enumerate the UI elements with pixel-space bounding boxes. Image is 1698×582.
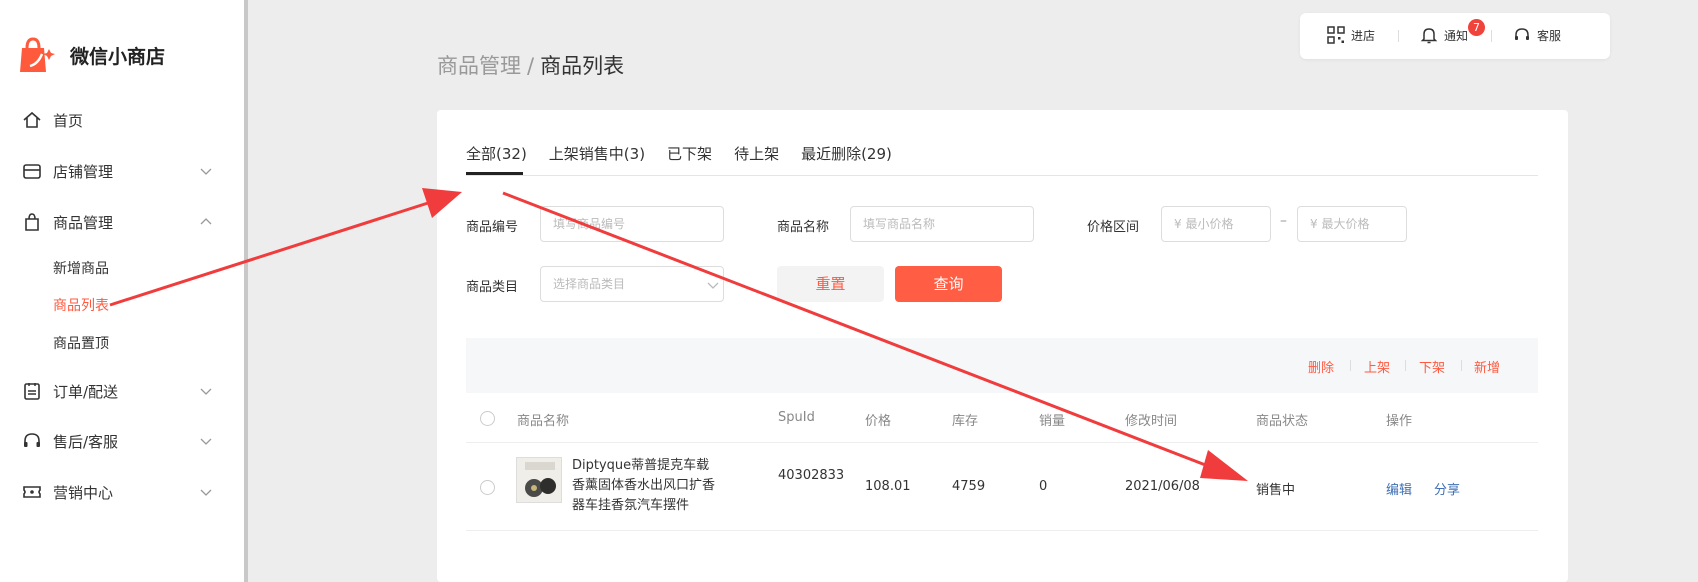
clipboard-icon bbox=[24, 383, 40, 400]
product-code-input[interactable]: 填写商品编号 bbox=[540, 206, 724, 242]
shopping-bag-logo-icon bbox=[20, 37, 55, 72]
product-thumbnail[interactable] bbox=[516, 457, 562, 503]
list-button[interactable]: 上架 bbox=[1364, 357, 1390, 376]
toolbar-separator bbox=[1461, 360, 1462, 371]
notification-count-badge: 7 bbox=[1468, 19, 1485, 36]
chevron-down-icon bbox=[200, 388, 212, 395]
select-all-checkbox[interactable] bbox=[480, 411, 495, 426]
notifications-button[interactable]: 通知 bbox=[1420, 26, 1468, 44]
column-header-price: 价格 bbox=[865, 414, 892, 429]
headset-icon bbox=[24, 433, 40, 447]
tab-on-sale[interactable]: 上架销售中(3) bbox=[549, 143, 645, 164]
product-name[interactable]: Diptyque蒂普提克车载香薰固体香水出风口扩香器车挂香氛汽车摆件 bbox=[572, 456, 722, 516]
status-tabs: 全部(32) 上架销售中(3) 已下架 待上架 最近删除(29) bbox=[466, 143, 914, 164]
sidebar-item-store-management[interactable]: 店铺管理 bbox=[22, 159, 214, 183]
category-label: 商品类目 bbox=[466, 280, 519, 295]
sidebar-item-after-sales[interactable]: 售后/客服 bbox=[22, 429, 214, 453]
column-header-name: 商品名称 bbox=[517, 414, 570, 429]
column-header-status: 商品状态 bbox=[1256, 414, 1309, 429]
breadcrumb: 商品管理 / 商品列表 bbox=[437, 50, 624, 80]
sidebar-item-orders[interactable]: 订单/配送 bbox=[22, 379, 214, 403]
chevron-down-icon bbox=[200, 168, 212, 175]
price-min-input[interactable]: ¥ 最小价格 bbox=[1161, 206, 1271, 242]
qr-code-icon bbox=[1327, 26, 1345, 44]
product-image-icon bbox=[517, 458, 561, 502]
product-stock: 4759 bbox=[952, 479, 986, 494]
tab-all[interactable]: 全部(32) bbox=[466, 143, 527, 164]
reset-button[interactable]: 重置 bbox=[777, 266, 884, 302]
price-range-label: 价格区间 bbox=[1087, 220, 1140, 235]
breadcrumb-parent[interactable]: 商品管理 bbox=[437, 54, 521, 78]
product-spuid: 40302833 bbox=[778, 468, 845, 483]
tab-pending[interactable]: 待上架 bbox=[734, 143, 779, 164]
product-sales: 0 bbox=[1039, 479, 1048, 494]
sidebar-item-product-management[interactable]: 商品管理 bbox=[22, 210, 214, 234]
tab-unlisted[interactable]: 已下架 bbox=[667, 143, 712, 164]
sidebar-item-label: 售后/客服 bbox=[53, 432, 119, 451]
toolbar-separator bbox=[1405, 360, 1406, 371]
page-title: 商品列表 bbox=[540, 54, 625, 78]
home-icon bbox=[23, 111, 41, 128]
sidebar-item-label: 首页 bbox=[53, 111, 84, 130]
table-header-divider bbox=[466, 442, 1538, 443]
product-status: 销售中 bbox=[1256, 483, 1296, 498]
ticket-icon bbox=[23, 486, 41, 498]
column-header-stock: 库存 bbox=[952, 414, 979, 429]
table-row-divider bbox=[466, 530, 1538, 531]
column-header-actions: 操作 bbox=[1386, 414, 1413, 429]
product-code-label: 商品编号 bbox=[466, 220, 519, 235]
sidebar-item-home[interactable]: 首页 bbox=[22, 108, 214, 132]
customer-service-label: 客服 bbox=[1537, 28, 1562, 43]
product-price: 108.01 bbox=[865, 479, 911, 494]
product-name-label: 商品名称 bbox=[777, 220, 830, 235]
column-header-sales: 销量 bbox=[1039, 414, 1066, 429]
sidebar-subitem-add-product[interactable]: 新增商品 bbox=[53, 258, 109, 278]
bell-icon bbox=[1420, 28, 1438, 44]
customer-service-button[interactable]: 客服 bbox=[1513, 26, 1561, 44]
enter-store-label: 进店 bbox=[1351, 28, 1376, 43]
share-link[interactable]: 分享 bbox=[1434, 479, 1460, 498]
chevron-down-icon bbox=[200, 438, 212, 445]
sidebar-item-label: 订单/配送 bbox=[53, 382, 119, 401]
breadcrumb-separator: / bbox=[527, 54, 535, 78]
chevron-down-icon bbox=[200, 489, 212, 496]
app-logo[interactable]: 微信小商店 bbox=[18, 36, 165, 74]
chevron-up-icon bbox=[200, 218, 212, 225]
add-product-button[interactable]: 新增 bbox=[1474, 357, 1500, 376]
sidebar-subitem-product-pin[interactable]: 商品置顶 bbox=[53, 333, 109, 353]
sidebar-item-label: 营销中心 bbox=[53, 483, 114, 502]
chevron-down-icon bbox=[707, 282, 719, 289]
price-range-dash: – bbox=[1280, 213, 1287, 229]
bag-icon bbox=[25, 213, 39, 231]
sidebar-divider bbox=[244, 0, 248, 582]
price-max-input[interactable]: ¥ 最大价格 bbox=[1297, 206, 1407, 242]
toolbar-separator bbox=[1350, 360, 1351, 371]
row-checkbox[interactable] bbox=[480, 480, 495, 495]
topbar-separator bbox=[1398, 30, 1399, 42]
notifications-label: 通知 bbox=[1444, 28, 1469, 43]
sidebar-item-marketing[interactable]: 营销中心 bbox=[22, 480, 214, 504]
column-header-spuid: SpuId bbox=[778, 410, 815, 425]
sidebar-item-label: 商品管理 bbox=[53, 213, 114, 232]
query-button[interactable]: 查询 bbox=[895, 266, 1002, 302]
enter-store-button[interactable]: 进店 bbox=[1327, 26, 1375, 44]
tabs-divider bbox=[466, 175, 1538, 176]
topbar-separator bbox=[1491, 30, 1492, 42]
app-name: 微信小商店 bbox=[70, 45, 166, 68]
column-header-modified: 修改时间 bbox=[1125, 414, 1178, 429]
tab-recently-deleted[interactable]: 最近删除(29) bbox=[801, 143, 892, 164]
sidebar: 微信小商店 首页 店铺管理 商品管理 新增商品 商品列表 商品置顶 订单/配送 … bbox=[0, 0, 244, 582]
edit-link[interactable]: 编辑 bbox=[1386, 479, 1412, 498]
store-icon bbox=[23, 164, 41, 179]
product-name-input[interactable]: 填写商品名称 bbox=[850, 206, 1034, 242]
sidebar-item-label: 店铺管理 bbox=[53, 162, 114, 181]
product-modified-date: 2021/06/08 bbox=[1125, 479, 1200, 494]
category-select[interactable]: 选择商品类目 bbox=[540, 266, 724, 302]
delete-button[interactable]: 删除 bbox=[1308, 357, 1334, 376]
sidebar-subitem-product-list[interactable]: 商品列表 bbox=[53, 295, 109, 315]
headset-icon bbox=[1515, 28, 1529, 40]
unlist-button[interactable]: 下架 bbox=[1419, 357, 1445, 376]
